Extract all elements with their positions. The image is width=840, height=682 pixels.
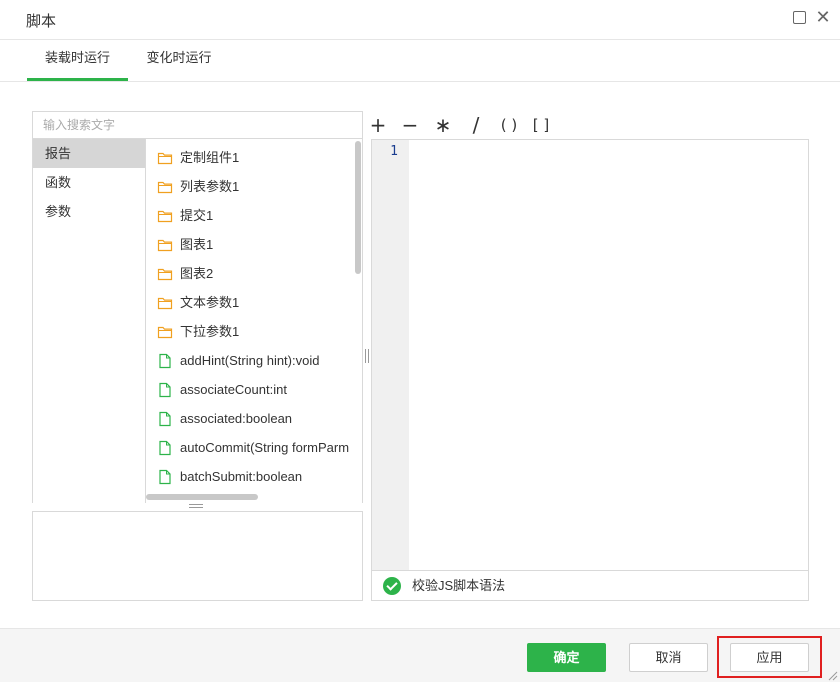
- ok-button[interactable]: 确定: [527, 643, 606, 672]
- list-item-label: associated:boolean: [180, 411, 293, 426]
- folder-icon: [157, 326, 173, 339]
- folder-icon: [157, 181, 173, 194]
- item-list: 定制组件1 列表参数1 提交1 图表1 图表2 文本参数1 下拉参数1 addH…: [146, 139, 363, 503]
- folder-icon: [157, 152, 173, 165]
- vertical-splitter-handle[interactable]: [365, 349, 369, 363]
- script-editor[interactable]: 1 校验JS脚本语法: [371, 139, 809, 601]
- tab-on-load[interactable]: 装载时运行: [27, 40, 128, 81]
- list-item[interactable]: associated:boolean: [146, 404, 356, 433]
- list-item[interactable]: 下拉参数1: [146, 317, 356, 346]
- file-icon: [159, 469, 171, 485]
- list-item[interactable]: autoCommit(String formParm: [146, 433, 356, 462]
- syntax-check-bar: 校验JS脚本语法: [372, 570, 808, 600]
- list-item[interactable]: 提交1: [146, 201, 356, 230]
- category-list: 报告 函数 参数: [32, 139, 146, 503]
- list-item-label: autoCommit(String formParm: [180, 440, 350, 455]
- divide-operator-button[interactable]: /: [466, 113, 486, 137]
- minus-operator-button[interactable]: −: [400, 113, 420, 137]
- line-number: 1: [390, 144, 398, 159]
- list-item[interactable]: addHint(String hint):void: [146, 346, 356, 375]
- multiply-operator-button[interactable]: ∗: [433, 113, 453, 137]
- folder-icon: [157, 297, 173, 310]
- file-icon: [159, 411, 171, 427]
- list-item[interactable]: 图表1: [146, 230, 356, 259]
- list-item[interactable]: batchSubmit:boolean: [146, 462, 356, 491]
- file-icon: [159, 353, 171, 369]
- maximize-icon[interactable]: [793, 11, 806, 24]
- horizontal-scrollbar[interactable]: [146, 494, 258, 500]
- description-panel: [32, 511, 363, 601]
- apply-button[interactable]: 应用: [730, 643, 809, 672]
- dialog-footer: 确定 取消 应用: [0, 628, 840, 682]
- dialog-title: 脚本: [26, 13, 57, 30]
- title-bar: 脚本 ✕: [0, 0, 840, 40]
- list-item-label: 列表参数1: [180, 179, 240, 194]
- category-report[interactable]: 报告: [33, 139, 145, 168]
- resize-grip-icon[interactable]: [826, 669, 838, 681]
- category-functions[interactable]: 函数: [33, 168, 145, 197]
- tab-bar: 装载时运行 变化时运行: [0, 40, 840, 82]
- list-item[interactable]: associateCount:int: [146, 375, 356, 404]
- cancel-button[interactable]: 取消: [629, 643, 708, 672]
- category-parameters[interactable]: 参数: [33, 197, 145, 226]
- list-item[interactable]: 定制组件1: [146, 143, 356, 172]
- list-item-label: 文本参数1: [180, 295, 240, 310]
- list-item-label: 图表2: [180, 266, 214, 281]
- file-icon: [159, 382, 171, 398]
- folder-icon: [157, 210, 173, 223]
- syntax-check-label: 校验JS脚本语法: [412, 578, 506, 593]
- line-number-gutter: 1: [372, 140, 409, 570]
- folder-icon: [157, 239, 173, 252]
- search-input[interactable]: [33, 112, 362, 138]
- list-item-label: 下拉参数1: [180, 324, 240, 339]
- horizontal-splitter-handle[interactable]: [189, 504, 203, 508]
- list-item-label: 图表1: [180, 237, 214, 252]
- list-item-label: 提交1: [180, 208, 214, 223]
- plus-operator-button[interactable]: +: [368, 113, 388, 137]
- search-box: [32, 111, 363, 139]
- close-icon[interactable]: ✕: [815, 8, 831, 26]
- folder-icon: [157, 268, 173, 281]
- list-item[interactable]: 列表参数1: [146, 172, 356, 201]
- list-item-label: 定制组件1: [180, 150, 240, 165]
- list-item[interactable]: 文本参数1: [146, 288, 356, 317]
- brackets-operator-button[interactable]: [ ]: [530, 113, 552, 137]
- parentheses-operator-button[interactable]: ( ): [496, 113, 522, 137]
- list-item-label: batchSubmit:boolean: [180, 469, 303, 484]
- list-item-label: associateCount:int: [180, 382, 287, 397]
- vertical-scrollbar[interactable]: [355, 141, 361, 274]
- file-icon: [159, 440, 171, 456]
- list-item-label: addHint(String hint):void: [180, 353, 320, 368]
- check-circle-icon[interactable]: [383, 577, 401, 595]
- tab-on-change[interactable]: 变化时运行: [134, 40, 224, 81]
- list-item[interactable]: 图表2: [146, 259, 356, 288]
